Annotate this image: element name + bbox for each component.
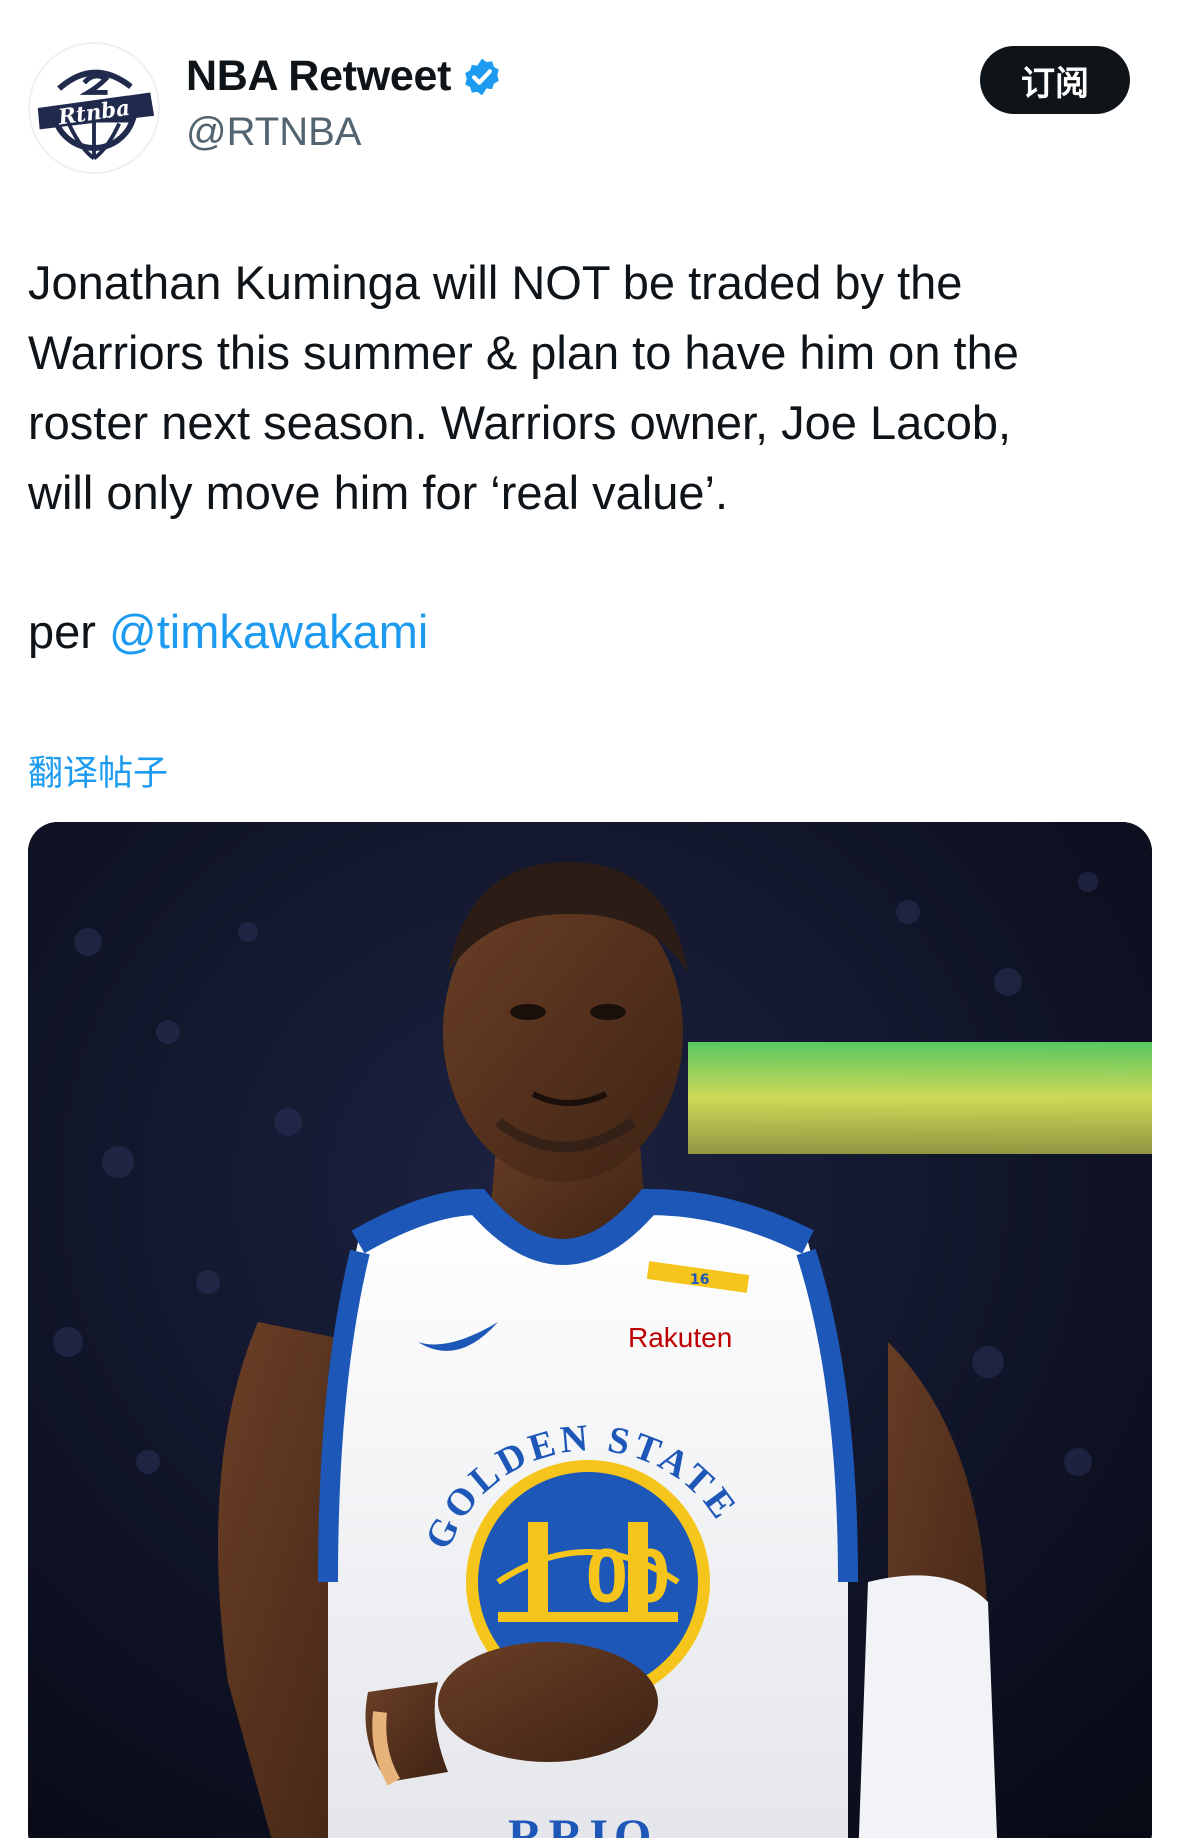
tweet-text: Jonathan Kuminga will NOT be traded by t… — [28, 248, 1158, 528]
tweet-text-line: Warriors this summer & plan to have him … — [28, 326, 1019, 379]
jersey-sponsor: Rakuten — [628, 1322, 732, 1353]
tweet-view: Rtnba NBA Retweet @RTNBA 订阅 Jonathan Kum… — [0, 0, 1179, 1838]
strap-number: 16 — [690, 1272, 709, 1288]
verified-badge-icon — [465, 58, 499, 95]
jersey-number: 00 — [586, 1534, 671, 1619]
subscribe-button[interactable]: 订阅 — [980, 46, 1130, 114]
jersey-bottom-text: RRIO — [508, 1810, 657, 1838]
author-display-name[interactable]: NBA Retweet — [186, 52, 451, 101]
tweet-text-line: Jonathan Kuminga will NOT be traded by t… — [28, 256, 963, 309]
author-name-row[interactable]: NBA Retweet — [186, 52, 503, 101]
tweet-credit: per @timkawakami — [28, 597, 428, 667]
tweet-text-line: roster next season. Warriors owner, Joe … — [28, 396, 1012, 449]
author-avatar[interactable]: Rtnba — [28, 42, 160, 174]
player-photo: 16 Rakuten 00 GOLDEN STATE RRIO — [28, 822, 1152, 1838]
tweet-text-line: will only move him for ‘real value’. — [28, 466, 729, 519]
translate-post-link[interactable]: 翻译帖子 — [28, 745, 168, 796]
credit-prefix: per — [28, 605, 96, 658]
mention-link[interactable]: @timkawakami — [109, 605, 428, 658]
author-handle[interactable]: @RTNBA — [186, 110, 361, 155]
rtnba-logo-icon: Rtnba — [31, 45, 157, 171]
tweet-photo[interactable]: 16 Rakuten 00 GOLDEN STATE RRIO — [28, 822, 1152, 1838]
